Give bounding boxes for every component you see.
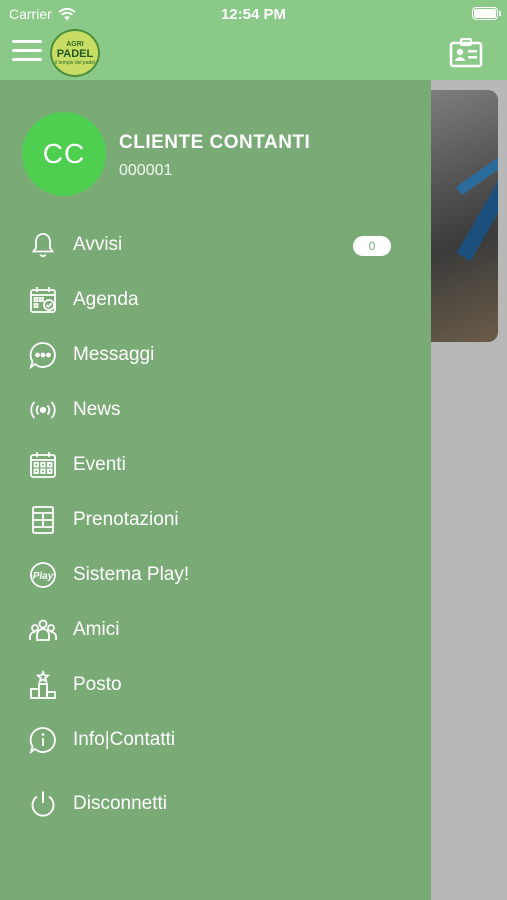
- menu-item-label: Avvisi: [73, 234, 123, 255]
- menu-item-label: Disconnetti: [73, 793, 167, 814]
- profile-name: CLIENTE CONTANTI: [119, 132, 311, 153]
- menu-item-posto[interactable]: Posto: [0, 660, 431, 710]
- avatar: CC: [22, 112, 106, 196]
- chat-bubble-icon: [29, 342, 56, 370]
- calendar-check-icon: [30, 287, 56, 313]
- menu-item-news[interactable]: News: [0, 385, 431, 435]
- bell-icon: [31, 233, 55, 258]
- broadcast-icon: [30, 401, 56, 419]
- menu-item-label: Agenda: [73, 289, 139, 310]
- menu-item-label: Posto: [73, 674, 122, 695]
- calendar-grid-icon: [30, 452, 56, 478]
- profile-code: 000001: [119, 162, 173, 179]
- app-bar: AGRI PADEL il tempio del padel: [0, 28, 507, 80]
- menu-item-messaggi[interactable]: Messaggi: [0, 330, 431, 380]
- friends-icon: [29, 619, 57, 641]
- podium-icon: [30, 670, 56, 699]
- user-profile[interactable]: CC CLIENTE CONTANTI 000001: [22, 112, 422, 198]
- hamburger-icon-line: [12, 58, 42, 61]
- svg-text:Play: Play: [33, 571, 54, 582]
- menu-toggle-button[interactable]: [12, 40, 42, 64]
- menu-item-label: Eventi: [73, 454, 126, 475]
- menu-item-label: Sistema Play!: [73, 564, 190, 585]
- menu-item-eventi[interactable]: Eventi: [0, 440, 431, 490]
- menu-item-info-contatti[interactable]: Info|Contatti: [0, 715, 431, 765]
- id-card-icon: [449, 38, 483, 68]
- side-drawer: CC CLIENTE CONTANTI 000001 Avvisi 0 Agen…: [0, 80, 431, 900]
- id-card-button[interactable]: [449, 38, 483, 68]
- menu-item-label: News: [73, 399, 121, 420]
- menu-item-label: Amici: [73, 619, 120, 640]
- court-icon: [32, 506, 54, 534]
- menu-item-label: Info|Contatti: [73, 729, 176, 750]
- notification-count-badge: 0: [353, 236, 391, 256]
- menu-item-agenda[interactable]: Agenda: [0, 275, 431, 325]
- info-bubble-icon: [29, 727, 56, 755]
- background-content: [431, 80, 507, 900]
- menu-item-label: Messaggi: [73, 344, 155, 365]
- menu-item-avvisi[interactable]: Avvisi 0: [0, 220, 431, 270]
- power-icon: [31, 791, 55, 817]
- hamburger-icon-line: [12, 40, 42, 43]
- status-time: 12:54 PM: [220, 6, 287, 23]
- menu-item-disconnetti[interactable]: Disconnetti: [0, 779, 431, 829]
- logo-sub-text: il tempio del padel: [54, 59, 96, 66]
- hamburger-icon-line: [12, 49, 42, 52]
- menu-item-amici[interactable]: Amici: [0, 605, 431, 655]
- menu-item-sistema-play[interactable]: Play Sistema Play!: [0, 550, 431, 600]
- status-bar: Carrier 12:54 PM: [0, 0, 507, 28]
- battery-icon: [472, 7, 501, 20]
- background-photo: [431, 90, 498, 342]
- logo-main-text: PADEL: [56, 47, 94, 60]
- menu-item-prenotazioni[interactable]: Prenotazioni: [0, 495, 431, 545]
- play-badge-icon: Play: [30, 562, 56, 588]
- menu-item-label: Prenotazioni: [73, 509, 179, 530]
- app-logo: AGRI PADEL il tempio del padel: [50, 29, 100, 77]
